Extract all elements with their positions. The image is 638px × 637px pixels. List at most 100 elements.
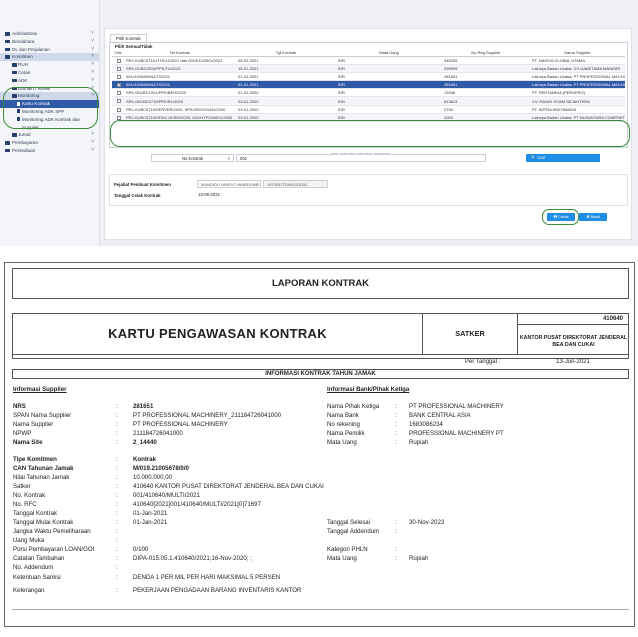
- folder-icon: [12, 78, 17, 83]
- table-cell: CV. RANGI SITAM SEJAHTERA: [530, 96, 625, 106]
- field-label: Tipe Komitmen: [13, 456, 57, 463]
- table-cell: SPK-01/BC0515/PPK/TU/2021: [124, 64, 236, 73]
- field-label: Nilai Tahunan Jamak: [13, 474, 70, 481]
- folder-icon: [5, 55, 10, 59]
- field-colon: :: [395, 412, 397, 419]
- field-label: Jangka Waktu Pemeliharaan: [13, 528, 91, 535]
- row-checkbox[interactable]: [112, 64, 124, 73]
- field-label: Nama Bank: [327, 412, 359, 419]
- table-cell: Lainnya Badan Usaha: PT PROFESSIONAL MAC…: [530, 72, 625, 82]
- report-document: LAPORAN KONTRAK KARTU PENGAWASAN KONTRAK…: [4, 262, 635, 627]
- folder-icon: [5, 39, 10, 44]
- folder-icon: [12, 70, 17, 75]
- sidebar-item-jurnal[interactable]: Jurnal ˅: [0, 131, 99, 139]
- table-row[interactable]: PRJ-01/BC0715/SERVER/2020, SPK/2020/1/W3…: [112, 105, 625, 114]
- field-label: Satker: [13, 483, 31, 490]
- chevron-down-icon: ˅: [91, 61, 94, 68]
- sidebar-item-label: DL dan Perjalanan: [12, 46, 50, 52]
- sidebar-item-bendahara[interactable]: Bendahara ˅: [0, 38, 99, 46]
- checkbox-icon[interactable]: [117, 91, 121, 96]
- checkbox-icon[interactable]: [117, 58, 121, 63]
- field-label: NPWP: [13, 430, 32, 437]
- search-button[interactable]: 🔍 Cari: [526, 154, 600, 162]
- tanggal-cetak-value[interactable]: 13-06-2021: [198, 192, 220, 197]
- checkbox-icon[interactable]: [117, 74, 121, 79]
- row-checkbox[interactable]: [112, 72, 124, 82]
- field-colon: :: [116, 537, 118, 544]
- table-cell: PT. PERTAMINA (PERSERO): [530, 88, 625, 98]
- table-cell: SPK-001/BC0715/PPK/RL/2020: [124, 96, 236, 106]
- field-colon: :: [116, 555, 118, 562]
- field-colon: :: [116, 501, 118, 508]
- sidebar-item-label: Jurnal: [18, 132, 31, 138]
- field-colon: :: [395, 555, 397, 562]
- chevron-up-icon: ˄: [91, 53, 94, 60]
- sidebar-item-dl-perjalanan[interactable]: DL dan Perjalanan ˅: [0, 46, 99, 54]
- sidebar-item-label: Komitmen: [12, 54, 33, 60]
- kartu-title: KARTU PENGAWASAN KONTRAK: [13, 314, 423, 354]
- field-value: 30-Nov-2023: [409, 519, 445, 526]
- pejabat-nip-field: 197305771992121002: [263, 180, 328, 188]
- sidebar-item-ruh[interactable]: RUH ˅: [0, 61, 99, 69]
- table-row[interactable]: PRJ-01/BC0715-HTKOJ/2021 dan 001/KDJ/SK1…: [112, 56, 625, 65]
- sidebar-item-persediaan[interactable]: Persediaan ˅: [0, 147, 99, 155]
- field-label: Keterangan: [13, 587, 45, 594]
- field-label: Catatan Tambahan: [13, 555, 65, 562]
- table-cell: IDR: [336, 88, 442, 98]
- sidebar-item-cetak[interactable]: Cetak ˅: [0, 69, 99, 77]
- checkbox-icon[interactable]: [117, 66, 121, 71]
- field-colon: :: [395, 519, 397, 526]
- folder-icon: [12, 63, 17, 67]
- field-value: 410640[2021]001/410640/MULTI/2021[0]7169…: [133, 501, 261, 508]
- main-panel: Pilih Kontrak Pilih Semua/Tidak Cek No K…: [104, 28, 632, 240]
- field-value: 10.000.000,00: [133, 474, 172, 481]
- field-label: Kategori PHLN: [327, 546, 368, 553]
- chevron-down-icon: ˅: [255, 182, 258, 187]
- table-row[interactable]: SPK-001/BC1001/PPK/BEH/2020 01-02-2020 IDR…: [112, 88, 625, 98]
- field-colon: :: [395, 403, 397, 410]
- cetak-button[interactable]: 🖶 Cetak: [547, 213, 575, 221]
- table-cell: 13346: [442, 88, 530, 98]
- field-label: Tanggal Addendum: [327, 528, 380, 535]
- folder-icon: [5, 148, 10, 153]
- row-checkbox[interactable]: [112, 56, 124, 65]
- checkbox-icon[interactable]: [117, 107, 121, 112]
- field-label: Mata Uang: [327, 439, 357, 446]
- app-screen: Administrasi ˅ Bendahara ˅ DL dan Perjalan…: [0, 0, 638, 246]
- field-label: Nama Pemilik: [327, 430, 365, 437]
- field-value: 01-Jan-2021: [133, 519, 168, 526]
- row-checkbox[interactable]: ✓: [112, 80, 124, 90]
- sidebar-item-pembayaran[interactable]: Pembayaran ˅: [0, 139, 99, 147]
- field-colon: :: [116, 510, 118, 517]
- pejabat-select[interactable]: MANDIDO NINDYO WARDONO ˅: [197, 180, 261, 188]
- search-input[interactable]: 001: [236, 154, 486, 162]
- sidebar-item-komitmen[interactable]: Komitmen ˄: [0, 53, 99, 62]
- sidebar-item-adk[interactable]: ADK ˅: [0, 77, 99, 85]
- table-row[interactable]: SPK-01/BC0515/PPK/TU/2021 15-01-2021 IDR 29…: [112, 64, 625, 73]
- tanggal-cetak-label: Tanggal Cetak Kontrak: [114, 193, 161, 198]
- tab-pilih-kontrak[interactable]: Pilih Kontrak: [110, 34, 147, 42]
- table-cell: 01-01-2021: [236, 80, 336, 90]
- field-label: Mata Uang: [327, 555, 357, 562]
- row-checkbox[interactable]: [112, 88, 124, 98]
- field-value: Kontrak: [133, 456, 157, 463]
- field-value: BANK CENTRAL ASIA: [409, 412, 471, 419]
- row-checkbox[interactable]: [112, 105, 124, 114]
- table-row[interactable]: 001/410640/MULTI/2021 01-01-2021 IDR 281651…: [112, 72, 625, 82]
- search-field-select[interactable]: No Kontrak ˅: [151, 154, 234, 162]
- table-row[interactable]: ✓ 001/410640/MULTI/2021 01-01-2021 IDR 28165…: [112, 80, 625, 90]
- checkbox-icon[interactable]: [117, 99, 121, 104]
- sidebar-item-administrasi[interactable]: Administrasi ˅: [0, 30, 99, 38]
- field-label: No. Addendum: [13, 564, 54, 571]
- field-value: Rupiah: [409, 439, 429, 446]
- chevron-down-icon: ˅: [91, 76, 94, 83]
- checkbox-icon[interactable]: ✓: [117, 83, 121, 88]
- row-checkbox[interactable]: [112, 96, 124, 106]
- search-row: No Kontrak ˅ 001 🔍 Cari: [109, 153, 628, 163]
- field-value: 211184726041000: [133, 430, 183, 437]
- batal-button[interactable]: ✖ Batal: [579, 213, 607, 221]
- table-row[interactable]: SPK-001/BC0715/PPK/RL/2020 03-01-2020 IDR 8…: [112, 96, 625, 106]
- field-value: 0/100: [133, 546, 149, 553]
- per-tanggal-value: 13-Jun-2021: [556, 359, 590, 365]
- table-cell: IDR: [336, 105, 442, 114]
